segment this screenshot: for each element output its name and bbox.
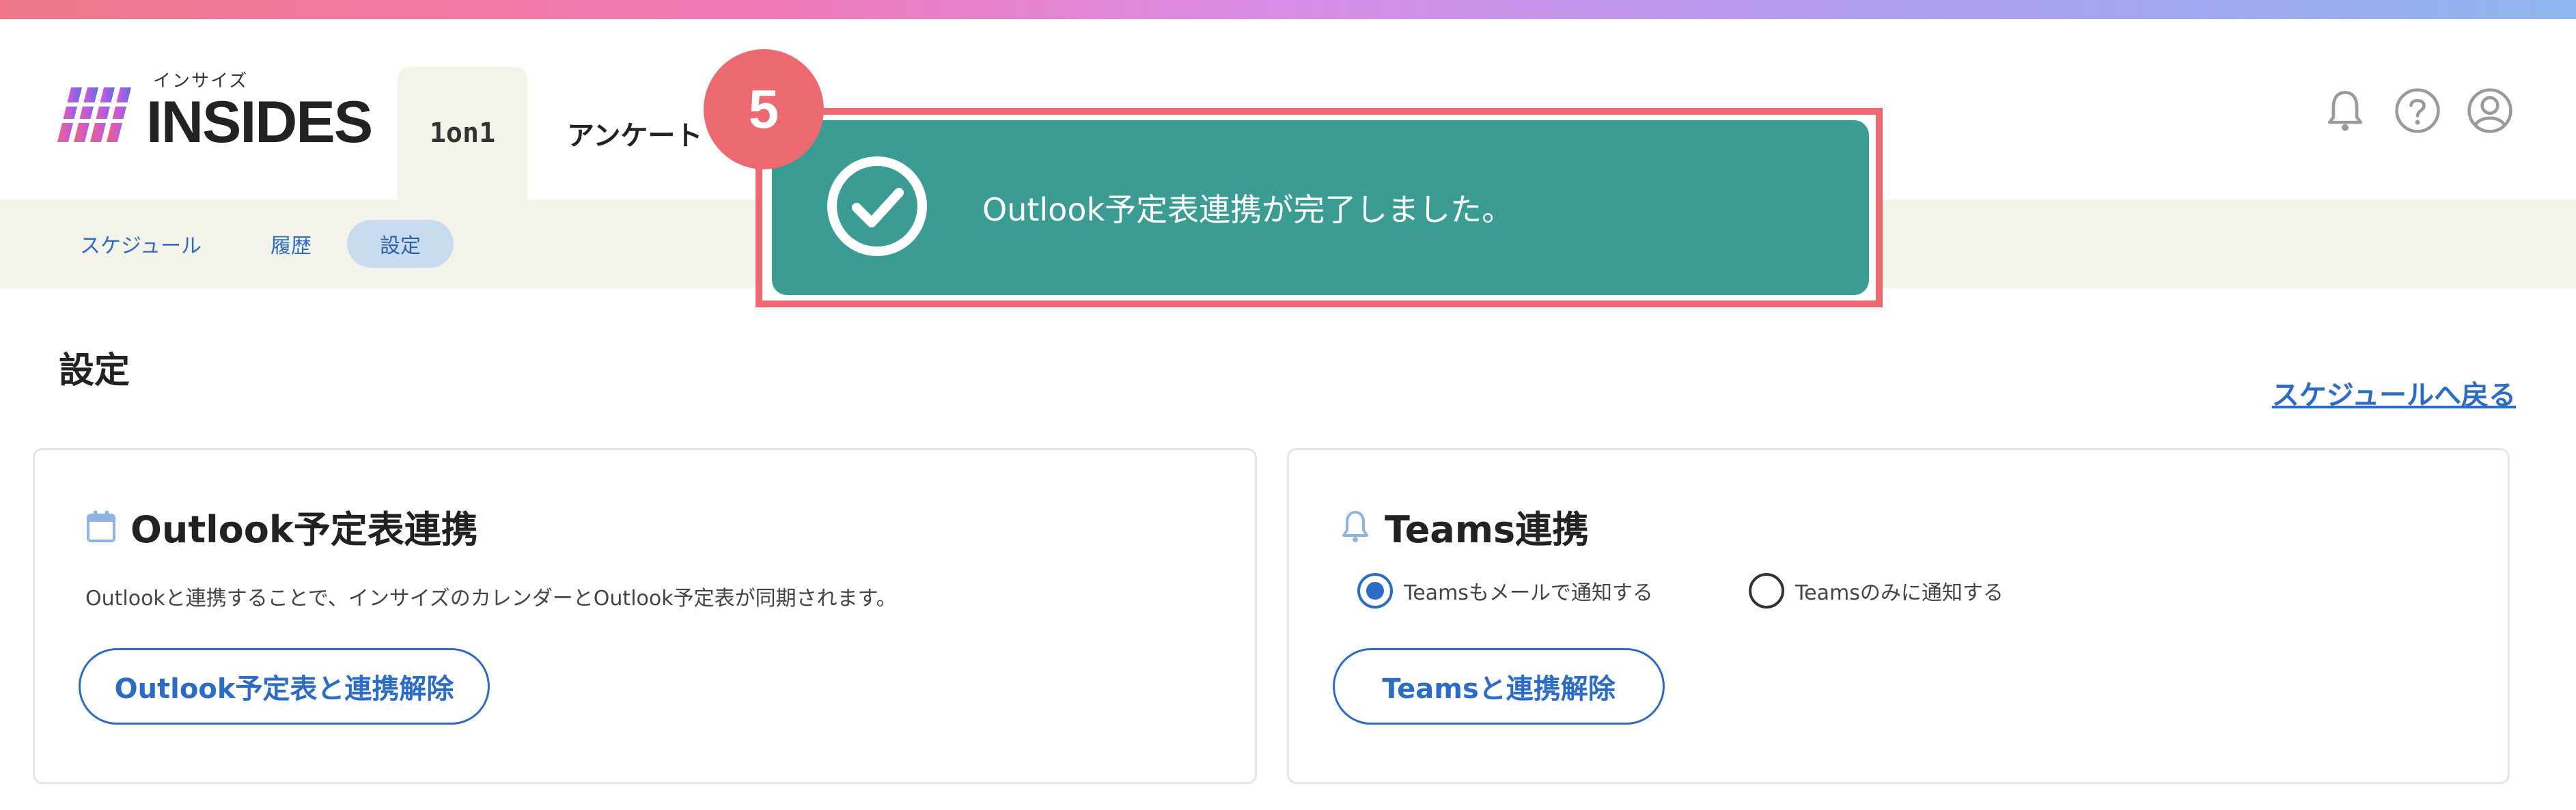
logo-mark-icon <box>57 87 139 142</box>
disconnect-outlook-button[interactable]: Outlook予定表と連携解除 <box>79 648 490 725</box>
radio-dot <box>1366 582 1384 600</box>
bell-icon[interactable] <box>2319 85 2371 137</box>
card-header: Outlook予定表連携 <box>85 499 478 553</box>
subnav-item-schedule[interactable]: スケジュール <box>59 220 223 268</box>
insides-logo[interactable]: インサイズ INSIDES <box>57 60 373 156</box>
back-to-schedule-link[interactable]: スケジュールへ戻る <box>2272 373 2516 413</box>
check-circle-icon <box>827 156 927 256</box>
toast-message: Outlook予定表連携が完了しました。 <box>982 191 1514 228</box>
bell-icon <box>1342 510 1368 542</box>
card-header: Teams連携 <box>1340 499 1589 553</box>
radio-label: Teamsもメールで通知する <box>1404 581 1653 605</box>
calendar-icon <box>87 510 115 542</box>
radio-button-checked[interactable] <box>1357 573 1393 609</box>
tab-label: 1on1 <box>429 117 496 149</box>
radio-label: Teamsのみに通知する <box>1795 581 2004 605</box>
card-title: Outlook予定表連携 <box>130 508 478 551</box>
card-title: Teams連携 <box>1385 508 1590 551</box>
subnav-label: 設定 <box>380 234 421 258</box>
tab-label: アンケート <box>567 120 703 152</box>
subnav-label: スケジュール <box>80 234 202 258</box>
top-gradient-bar <box>0 0 2576 19</box>
notification-radio-group: Teamsもメールで通知する Teamsのみに通知する <box>1357 573 2004 609</box>
page-title: 設定 <box>59 350 130 391</box>
help-icon[interactable] <box>2392 85 2443 137</box>
subnav-label: 履歴 <box>271 234 311 258</box>
success-toast: Outlook予定表連携が完了しました。 <box>772 120 1869 295</box>
card-description: Outlookと連携することで、インサイズのカレンダーとOutlook予定表が同… <box>85 587 897 611</box>
outlook-settings-card: Outlook予定表連携 Outlookと連携することで、インサイズのカレンダー… <box>33 448 1257 784</box>
radio-button-unchecked[interactable] <box>1748 573 1784 609</box>
radio-teams-only[interactable]: Teamsのみに通知する <box>1748 573 2004 609</box>
step-number-badge: 5 <box>704 49 824 169</box>
header-icon-group <box>2319 85 2516 137</box>
teams-settings-card: Teams連携 Teamsもメールで通知する Teamsのみに通知する Team… <box>1287 448 2510 784</box>
disconnect-teams-button[interactable]: Teamsと連携解除 <box>1333 648 1665 725</box>
subnav-item-history[interactable]: 履歴 <box>257 220 325 268</box>
subnav-item-settings[interactable]: 設定 <box>347 220 454 268</box>
user-icon[interactable] <box>2464 85 2516 137</box>
radio-teams-and-email[interactable]: Teamsもメールで通知する <box>1357 573 1653 609</box>
tab-1on1[interactable]: 1on1 <box>398 67 527 199</box>
logo-text: INSIDES <box>146 89 373 155</box>
